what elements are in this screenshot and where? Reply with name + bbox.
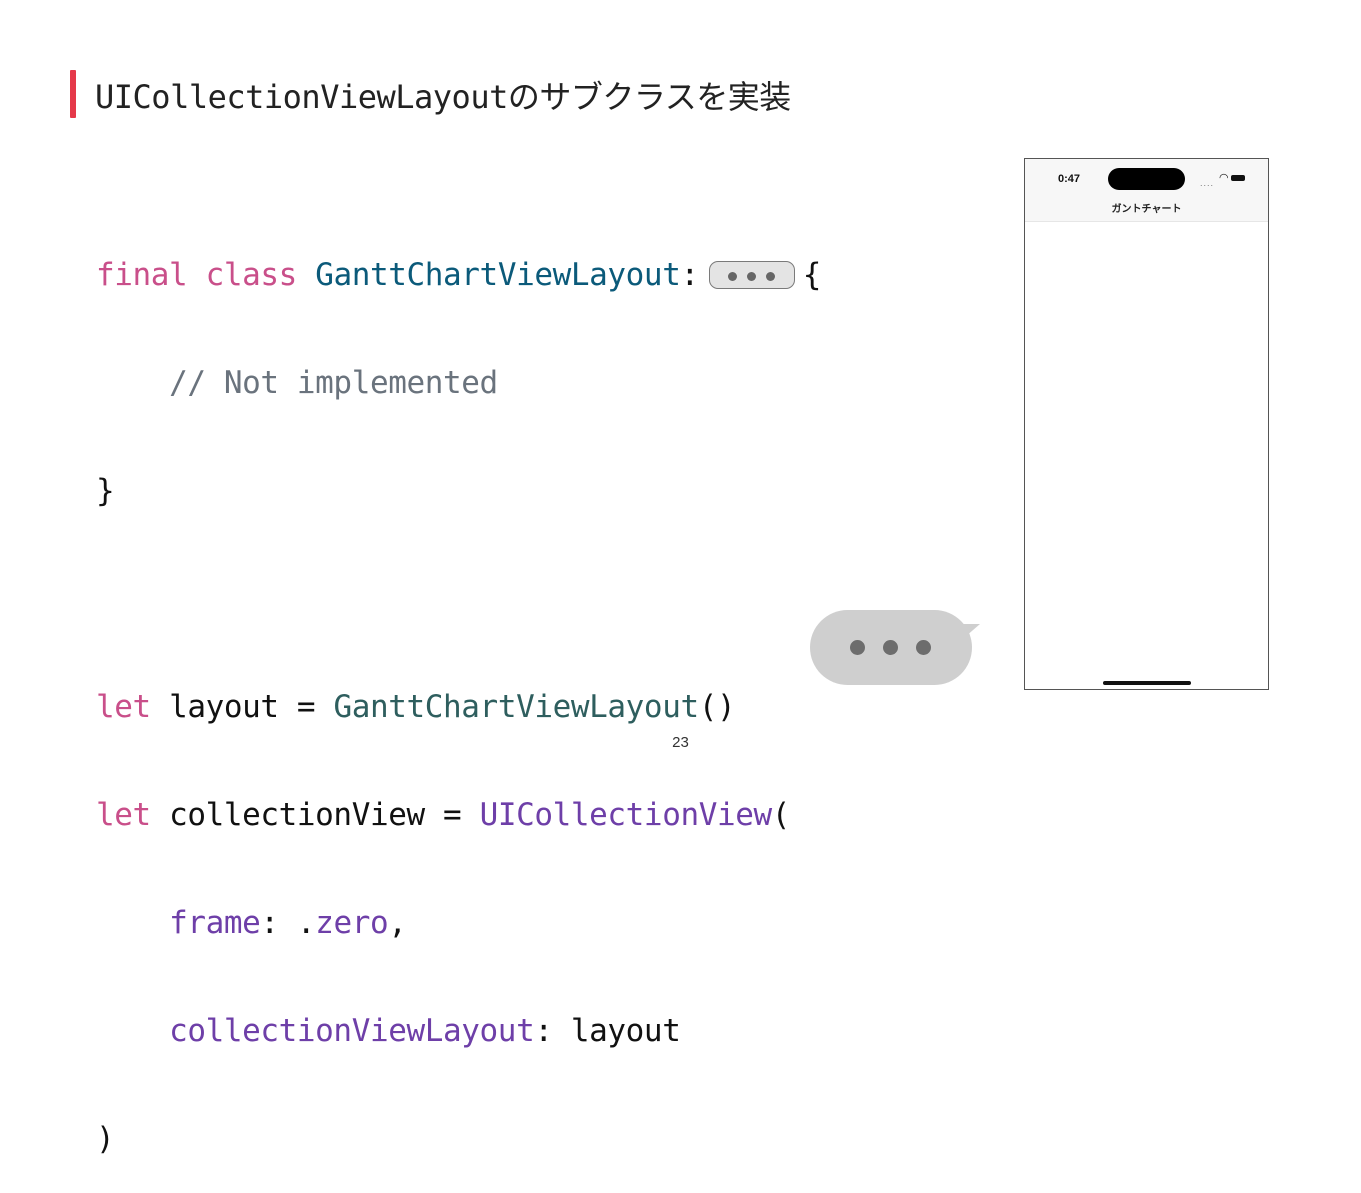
battery-icon [1231,175,1245,181]
punctuation: ( [771,797,791,833]
punctuation: ) [96,1121,115,1157]
code-line-7: frame: .zero, [96,905,821,941]
punctuation: () [698,689,736,725]
nav-title: ガントチャート [1111,204,1182,215]
title-accent-bar [70,70,76,118]
page-number: 23 [672,734,689,751]
punctuation: } [96,473,115,509]
dynamic-island [1108,168,1185,190]
punctuation: : [534,1013,553,1049]
punctuation: { [802,257,822,293]
typing-bubble-icon [810,610,972,685]
code-line-8: collectionViewLayout: layout [96,1013,821,1049]
code-line-2: // Not implemented [96,365,821,401]
code-block: final class GanttChartViewLayout: { // No… [96,185,821,1193]
code-line-3: } [96,473,821,509]
keyword: let [96,689,151,725]
dot-icon [916,640,931,655]
code-line-6: let collectionView = UICollectionView( [96,797,821,833]
code-comment: // Not implemented [169,365,498,401]
parameter-label: collectionViewLayout [169,1013,535,1049]
keyword: let [96,797,151,833]
wifi-icon: ◠ [1219,172,1229,184]
slide-title: UICollectionViewLayoutのサブクラスを実装 [95,78,791,116]
punctuation: : [680,257,699,293]
dot-icon [850,640,865,655]
status-icons: .... ◠ [1200,171,1250,188]
identifier: layout [570,1013,681,1049]
code-line-1: final class GanttChartViewLayout: { [96,257,821,293]
punctuation: : [260,905,279,941]
punctuation: . [296,905,316,941]
code-line-9: ) [96,1121,821,1157]
dot-icon [883,640,898,655]
parameter-label: frame [169,905,261,941]
code-line-5: let layout = GanttChartViewLayout() [96,689,821,725]
keyword: final [96,257,188,293]
operator: = [296,689,316,725]
type-name: GanttChartViewLayout [333,689,699,725]
ellipsis-placeholder-icon [708,260,795,289]
status-time: 0:47 [1058,173,1081,185]
signal-icon: .... [1200,178,1215,188]
operator: = [443,797,462,833]
enum-value: zero [315,905,389,941]
home-indicator [1103,681,1191,685]
navigation-bar: 0:47 .... ◠ ガントチャート [1025,159,1268,222]
punctuation: , [388,905,407,941]
phone-screenshot: 0:47 .... ◠ ガントチャート [1024,158,1269,690]
keyword: class [205,257,298,293]
identifier: collectionView [169,797,425,833]
type-name: UICollectionView [479,797,773,833]
identifier: layout [169,689,279,725]
type-name: GanttChartViewLayout [315,257,681,293]
